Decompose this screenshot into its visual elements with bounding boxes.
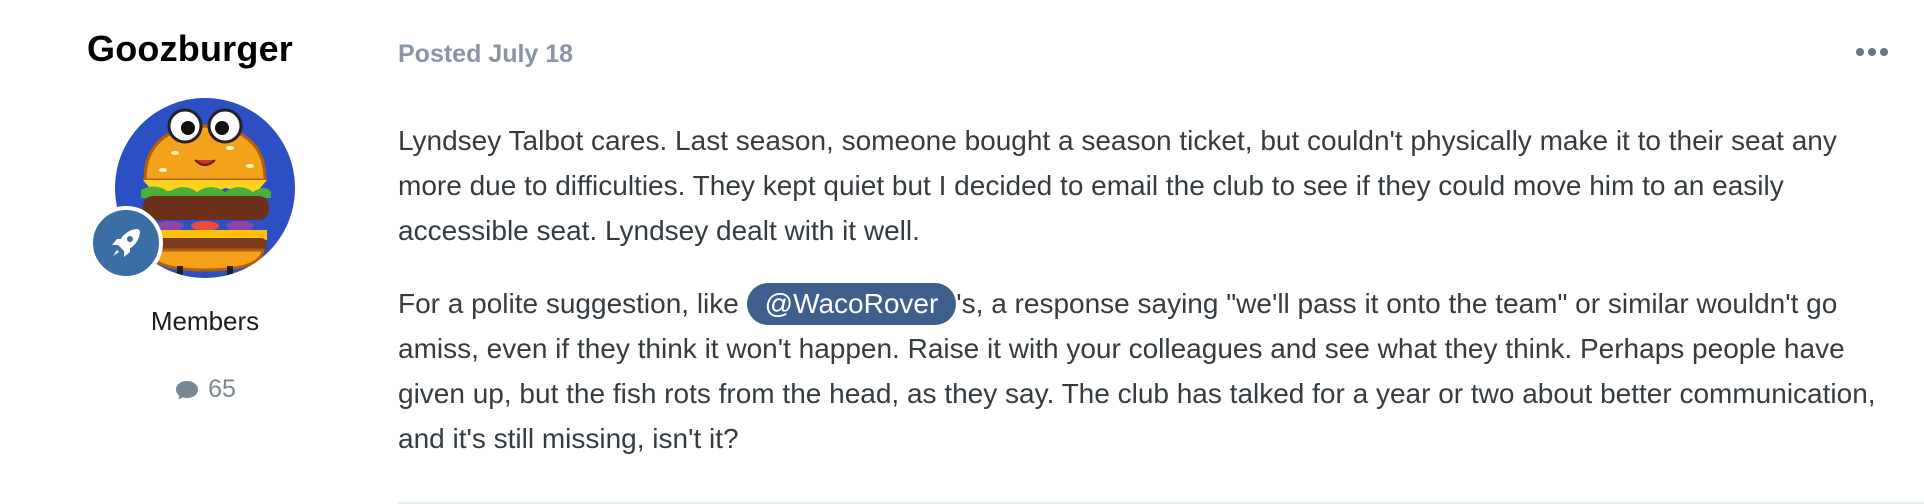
- user-mention[interactable]: @WacoRover: [746, 283, 957, 325]
- dot: [1880, 48, 1888, 56]
- post-count-value: 65: [208, 375, 236, 403]
- post-meta: Posted July 18: [398, 40, 573, 69]
- dot: [1868, 48, 1876, 56]
- posted-label: Posted: [398, 40, 482, 68]
- author-group: Members: [150, 306, 260, 336]
- dot: [1856, 48, 1864, 56]
- forum-post: Goozburger Members 65 Posted July 18 Lyn…: [0, 0, 1924, 504]
- paragraph-2-before: For a polite suggestion, like: [398, 288, 747, 319]
- post-body: Lyndsey Talbot cares. Last season, someo…: [398, 118, 1898, 489]
- post-paragraph-1: Lyndsey Talbot cares. Last season, someo…: [398, 125, 1837, 246]
- author-username[interactable]: Goozburger: [30, 28, 350, 70]
- posted-date[interactable]: July 18: [488, 40, 573, 68]
- author-panel: Goozburger Members 65: [60, 28, 350, 404]
- comment-icon: [176, 380, 199, 399]
- avatar-wrapper: [89, 98, 295, 280]
- rocket-icon: [112, 229, 140, 257]
- post-count[interactable]: 65: [60, 375, 350, 404]
- post-paragraph-2: For a polite suggestion, like @WacoRover…: [398, 281, 1898, 461]
- post-options-icon[interactable]: [1852, 40, 1892, 64]
- rank-badge: [89, 206, 163, 280]
